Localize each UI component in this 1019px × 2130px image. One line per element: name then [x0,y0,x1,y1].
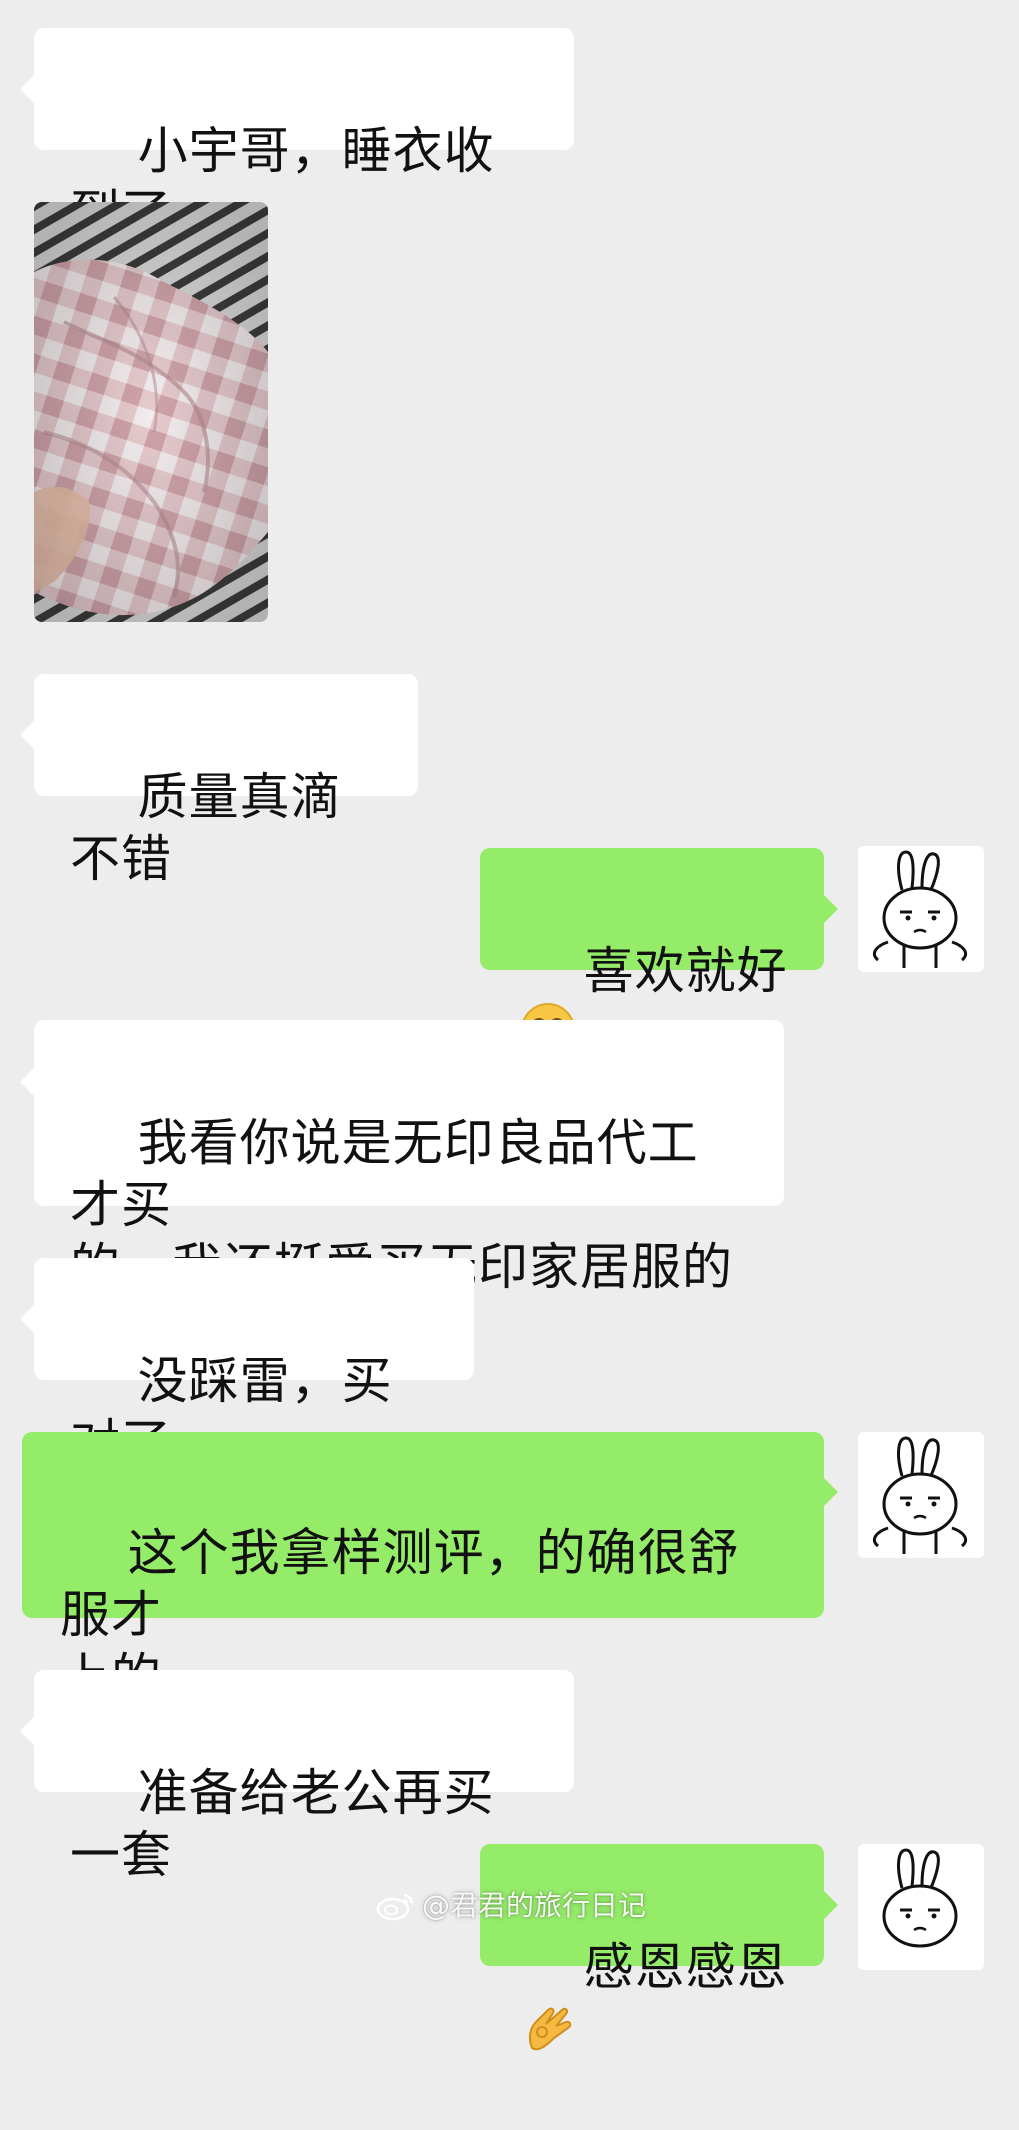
incoming-message[interactable]: 质量真滴不错 [34,674,418,888]
message-text: 感恩感恩 [583,1938,788,1996]
ok-hand-emoji [520,1998,576,2068]
chat-window: 小宇哥，睡衣收到了 [0,0,1019,2051]
incoming-message[interactable]: 我看你说是无印良品代工才买 的，我还挺爱买无印家居服的 [34,1020,784,1296]
pink-plaid-pajamas-photo [34,202,268,622]
cartoon-rabbit-avatar [882,1848,958,1948]
outgoing-message[interactable]: 喜欢就好 [480,848,824,1057]
incoming-message[interactable]: 小宇哥，睡衣收到了 [34,28,574,242]
message-text: 质量真滴不错 [70,768,342,888]
message-text: 准备给老公再买一套 [70,1764,495,1884]
outgoing-message[interactable]: 这个我拿样测评，的确很舒服才 上的 [22,1432,824,1706]
cartoon-rabbit-avatar [872,1436,968,1554]
watermark-text: @君君的旅行日记 [422,1889,647,1922]
incoming-message[interactable]: 没踩雷，买对了 [34,1258,474,1472]
user-avatar[interactable] [858,846,984,972]
weibo-watermark: @君君的旅行日记 [376,1888,646,1930]
cartoon-rabbit-avatar [872,850,968,968]
user-avatar[interactable] [858,1844,984,1970]
incoming-message[interactable]: 准备给老公再买一套 [34,1670,574,1884]
incoming-image-message[interactable] [34,202,268,622]
user-avatar[interactable] [858,1432,984,1558]
weibo-icon [376,1889,416,1930]
message-text: 喜欢就好 [583,942,788,1000]
